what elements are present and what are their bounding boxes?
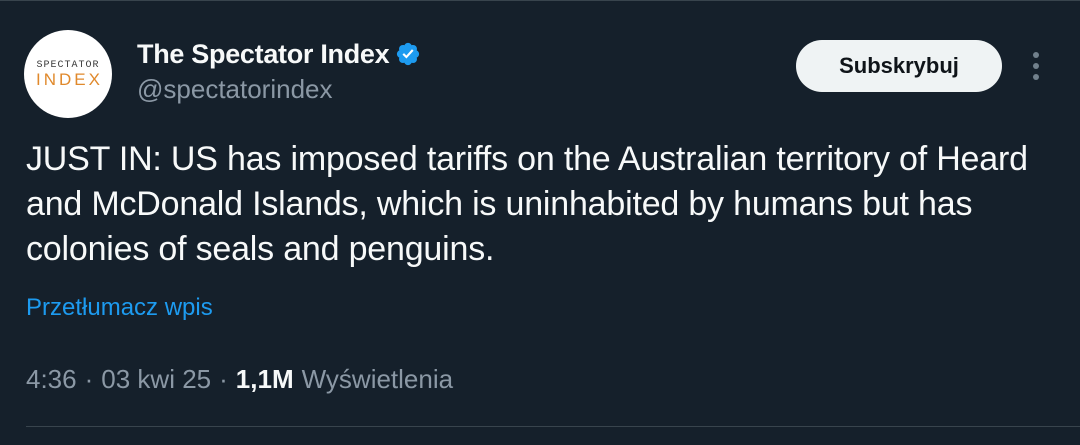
more-dot [1033, 63, 1039, 69]
subscribe-button[interactable]: Subskrybuj [796, 40, 1002, 92]
author-name-row: The Spectator Index [137, 38, 421, 70]
views-label: Wyświetlenia [301, 364, 454, 394]
bottom-divider [26, 426, 1080, 427]
avatar-logo-line2: INDEX [36, 70, 103, 89]
views-count[interactable]: 1,1M [236, 364, 294, 395]
meta-separator: · [219, 364, 228, 394]
author-handle[interactable]: @spectatorindex [137, 74, 333, 105]
translate-post-link[interactable]: Przetłumacz wpis [26, 294, 213, 322]
tweet-time[interactable]: 4:36 [26, 364, 77, 395]
tweet-date[interactable]: 03 kwi 25 [101, 364, 211, 395]
avatar[interactable]: SPECTATOR INDEX [24, 30, 112, 118]
tweet-meta: 4:36 · 03 kwi 25 · 1,1M Wyświetlenia [26, 364, 453, 395]
more-dot [1033, 74, 1039, 80]
more-dot [1033, 52, 1039, 58]
more-vertical-icon[interactable] [1024, 48, 1048, 84]
author-display-name[interactable]: The Spectator Index [137, 39, 390, 70]
verified-badge-icon [397, 42, 420, 66]
tweet-card: SPECTATOR INDEX The Spectator Index @spe… [0, 0, 1080, 445]
tweet-text: JUST IN: US has imposed tariffs on the A… [26, 140, 1028, 268]
top-divider [0, 0, 1080, 1]
meta-separator: · [84, 364, 94, 394]
